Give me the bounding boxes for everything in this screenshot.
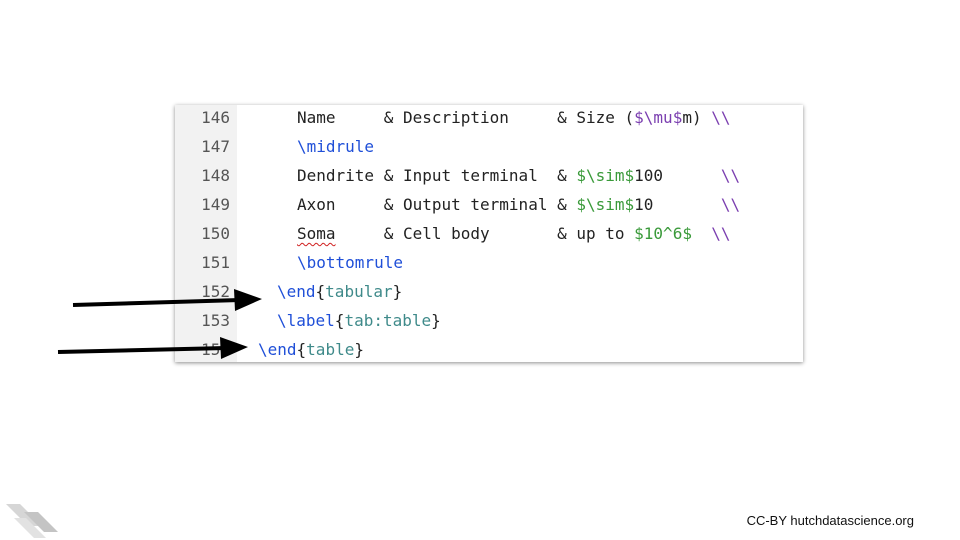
slide: { "editor": { "lines": [ {"number": "146… <box>0 0 960 540</box>
hutch-logo-icon <box>6 504 58 538</box>
arrow-pointer-icon <box>72 289 262 311</box>
credit-text: CC-BY hutchdatascience.org <box>746 513 914 528</box>
annotation-arrows <box>57 289 262 359</box>
arrow-pointer-icon <box>57 337 248 359</box>
